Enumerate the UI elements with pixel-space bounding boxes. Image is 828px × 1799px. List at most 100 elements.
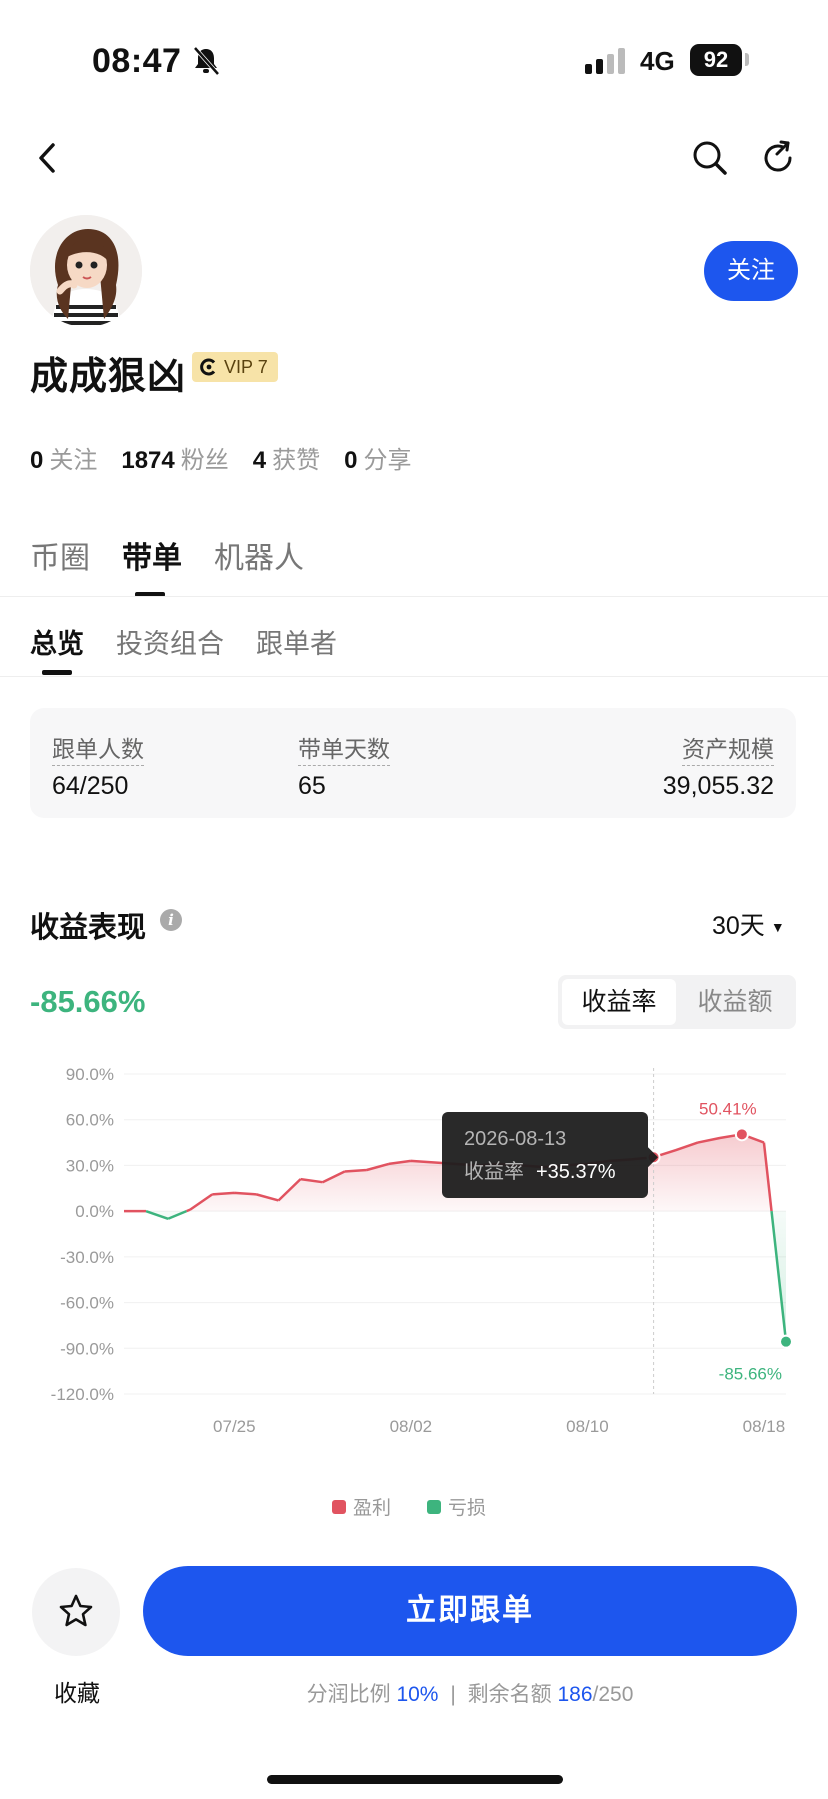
- remaining-label: 剩余名额: [467, 1683, 552, 1706]
- remaining-total: /250: [592, 1683, 634, 1706]
- battery-icon: 92: [690, 44, 742, 76]
- y-tick-label: 90.0%: [66, 1065, 114, 1084]
- stat-likes[interactable]: 4 获赞: [253, 440, 320, 475]
- x-tick-label: 08/02: [390, 1417, 433, 1436]
- toggle-return-rate[interactable]: 收益率: [562, 979, 676, 1025]
- tooltip-label: 收益率: [464, 1160, 524, 1183]
- vip-icon: [200, 358, 216, 376]
- legend-profit-label: 盈利: [353, 1498, 392, 1519]
- tab-portfolio[interactable]: 投资组合: [116, 622, 224, 661]
- stat-label: 粉丝: [180, 447, 229, 474]
- tab-overview[interactable]: 总览: [30, 622, 84, 661]
- performance-value: -85.66%: [30, 984, 146, 1019]
- divider: [0, 676, 828, 677]
- aum-stat: 资产规模 39,055.32: [663, 730, 774, 801]
- favorite-button[interactable]: [32, 1568, 120, 1656]
- x-tick-label: 08/10: [566, 1417, 609, 1436]
- stat-fans[interactable]: 1874 粉丝: [121, 440, 228, 475]
- vip-badge: VIP 7: [192, 352, 278, 382]
- share-ratio-value: 10%: [396, 1683, 439, 1706]
- tab-crypto-circle[interactable]: 币圈: [30, 533, 90, 577]
- x-tick-label: 08/18: [743, 1417, 786, 1436]
- followers-label[interactable]: 跟单人数: [52, 730, 144, 766]
- sub-tab-indicator: [42, 670, 72, 675]
- battery-tip: [745, 53, 749, 66]
- separator: |: [450, 1683, 456, 1706]
- aum-value: 39,055.32: [662, 772, 774, 800]
- tab-robot[interactable]: 机器人: [214, 533, 304, 577]
- range-select[interactable]: 30天 ▼: [712, 906, 785, 942]
- main-tabs: 币圈 带单 机器人: [30, 533, 304, 577]
- avatar-illustration: [30, 215, 142, 327]
- legend-swatch-profit: [332, 1499, 346, 1514]
- tab-copy-trading[interactable]: 带单: [122, 533, 182, 577]
- stat-value: 1874: [121, 447, 175, 474]
- last-value-label: -85.66%: [719, 1365, 782, 1384]
- avatar[interactable]: [30, 215, 142, 327]
- legend-swatch-loss: [427, 1499, 442, 1514]
- stat-following[interactable]: 0 关注: [30, 440, 97, 475]
- share-ratio-label: 分润比例: [306, 1683, 391, 1706]
- info-icon[interactable]: i: [160, 909, 182, 931]
- followers-value: 64/250: [52, 772, 129, 800]
- status-time: 08:47: [92, 42, 182, 80]
- stat-shares[interactable]: 0 分享: [344, 440, 411, 475]
- home-indicator: [267, 1775, 563, 1784]
- divider: [0, 596, 828, 597]
- stat-value: 4: [252, 447, 267, 474]
- stat-value: 0: [344, 447, 358, 474]
- legend-profit[interactable]: 盈利: [332, 1493, 391, 1520]
- follow-button[interactable]: 关注: [704, 241, 798, 301]
- username: 成成狠凶: [30, 356, 187, 398]
- legend-loss[interactable]: 亏损: [427, 1493, 486, 1520]
- profile-stats: 0 关注 1874 粉丝 4 获赞 0 分享: [30, 440, 411, 475]
- star-icon: [59, 1594, 93, 1627]
- last-point: [779, 1334, 793, 1349]
- y-tick-label: 0.0%: [75, 1202, 114, 1221]
- network-type: 4G: [640, 46, 675, 76]
- tab-followers[interactable]: 跟单者: [256, 622, 337, 661]
- performance-chart[interactable]: 90.0% 60.0% 30.0% 0.0% -30.0% -60.0% -90.0% -12…: [0, 1050, 828, 1450]
- days-value: 65: [298, 772, 326, 800]
- vip-label: VIP 7: [224, 357, 268, 377]
- copy-trade-button[interactable]: 立即跟单: [143, 1566, 797, 1656]
- toggle-return-amount[interactable]: 收益额: [678, 979, 792, 1025]
- share-icon[interactable]: [760, 140, 796, 176]
- y-tick-label: -90.0%: [60, 1339, 114, 1358]
- tooltip-box: [442, 1112, 648, 1198]
- stat-label: 分享: [363, 447, 412, 474]
- max-value-label: 50.41%: [699, 1099, 757, 1118]
- days-stat: 带单天数 65: [298, 730, 390, 801]
- caret-down-icon: ▼: [770, 919, 785, 936]
- overview-card: 跟单人数 64/250 带单天数 65 资产规模 39,055.32: [30, 708, 796, 818]
- performance-title: 收益表现: [30, 912, 147, 944]
- stat-label: 获赞: [272, 447, 321, 474]
- y-tick-label: -30.0%: [60, 1248, 114, 1267]
- stat-label: 关注: [49, 447, 98, 474]
- bell-muted-icon: [193, 46, 220, 76]
- tooltip-value: +35.37%: [536, 1161, 616, 1183]
- chart-legend: 盈利 亏损: [332, 1493, 486, 1520]
- y-tick-label: 30.0%: [66, 1156, 114, 1175]
- back-icon[interactable]: [36, 142, 58, 174]
- remaining-value: 186: [557, 1683, 593, 1706]
- metric-toggle: 收益率 收益额: [558, 975, 796, 1029]
- y-tick-label: -60.0%: [60, 1294, 114, 1313]
- aum-label[interactable]: 资产规模: [682, 730, 774, 766]
- loss-area: [146, 1211, 787, 1342]
- sub-tabs: 总览 投资组合 跟单者: [30, 622, 337, 661]
- range-value: 30天: [712, 912, 765, 940]
- y-tick-label: -120.0%: [51, 1385, 114, 1404]
- x-tick-label: 07/25: [213, 1417, 256, 1436]
- stat-value: 0: [30, 447, 44, 474]
- signal-icon: [585, 48, 625, 74]
- followers-stat: 跟单人数 64/250: [52, 730, 144, 801]
- status-bar: 08:47 4G 92: [0, 0, 828, 120]
- y-tick-label: 60.0%: [66, 1111, 114, 1130]
- max-point: [734, 1127, 749, 1142]
- search-icon[interactable]: [692, 140, 728, 176]
- legend-loss-label: 亏损: [448, 1498, 487, 1519]
- loss-line: [145, 1209, 788, 1342]
- footnote: 分润比例 10% | 剩余名额 186/250: [0, 1678, 828, 1708]
- days-label[interactable]: 带单天数: [298, 730, 390, 766]
